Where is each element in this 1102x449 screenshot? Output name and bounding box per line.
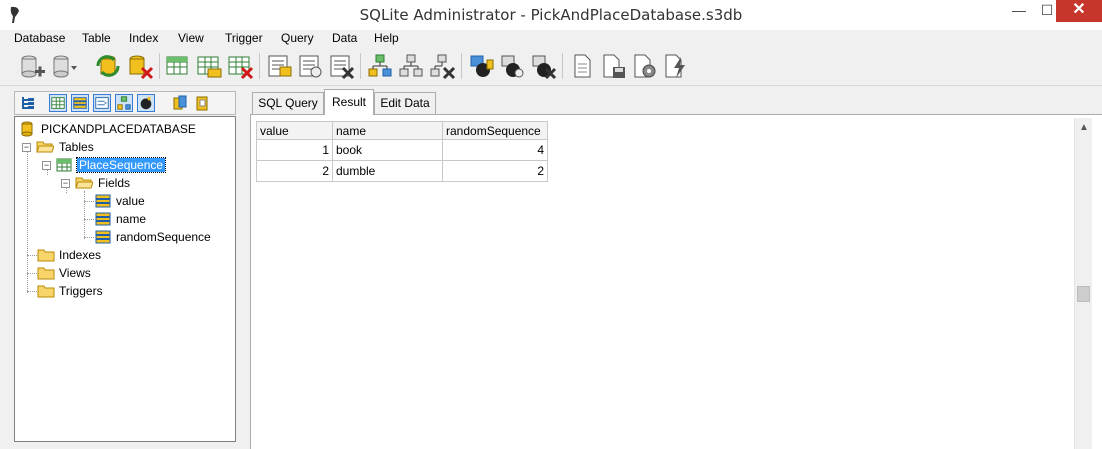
menu-help[interactable]: Help <box>374 31 399 45</box>
tree-toolbar <box>14 91 236 115</box>
tree-node-field-value[interactable]: value <box>95 193 235 209</box>
column-header-randomsequence[interactable]: randomSequence <box>442 121 548 140</box>
show-fields-icon[interactable] <box>71 94 89 112</box>
query-settings-icon[interactable] <box>630 52 658 80</box>
field-name: randomSequence <box>116 230 211 244</box>
table-icon <box>56 158 72 172</box>
edit-table-icon[interactable] <box>195 52 223 80</box>
cell-name[interactable]: dumble <box>332 160 443 182</box>
field-name: name <box>116 212 147 226</box>
database-tree: PICKANDPLACEDATABASE − Tables − PlaceSeq… <box>14 116 236 442</box>
delete-table-icon[interactable] <box>226 52 254 80</box>
collapse-tables-toggle[interactable]: − <box>22 143 31 152</box>
menu-table[interactable]: Table <box>82 31 111 45</box>
tree-node-tables[interactable]: − Tables <box>22 139 222 155</box>
tab-result[interactable]: Result <box>324 89 374 115</box>
edit-trigger-icon[interactable] <box>498 52 526 80</box>
cell-randomsequence[interactable]: 2 <box>442 160 548 182</box>
window-title: SQLite Administrator - PickAndPlaceDatab… <box>359 6 743 24</box>
folder-open-icon <box>36 141 54 153</box>
open-database-icon[interactable] <box>50 52 78 80</box>
show-indexes-icon[interactable] <box>93 94 111 112</box>
title-bar: SQLite Administrator - PickAndPlaceDatab… <box>0 0 1102 30</box>
field-icon <box>95 230 111 244</box>
edit-view-icon[interactable] <box>397 52 425 80</box>
triggers-label: Triggers <box>59 284 103 298</box>
table-row: 2 dumble 2 <box>256 160 548 182</box>
database-name: PICKANDPLACEDATABASE <box>41 122 196 136</box>
save-sql-file-icon[interactable] <box>599 52 627 80</box>
column-header-value[interactable]: value <box>256 121 333 140</box>
tree-node-views[interactable]: Views <box>37 265 227 281</box>
menu-query[interactable]: Query <box>281 31 314 45</box>
fields-label: Fields <box>98 176 131 190</box>
delete-view-icon[interactable] <box>428 52 456 80</box>
scroll-up-icon[interactable]: ▲ <box>1079 122 1089 133</box>
tab-edit-data[interactable]: Edit Data <box>374 92 436 114</box>
field-name: value <box>116 194 145 208</box>
tree-node-triggers[interactable]: Triggers <box>37 283 227 299</box>
table-row: 1 book 4 <box>256 139 548 161</box>
vertical-scrollbar[interactable]: ▲ <box>1074 118 1092 449</box>
column-header-name[interactable]: name <box>332 121 443 140</box>
close-database-icon[interactable] <box>126 52 154 80</box>
show-views-icon[interactable] <box>115 94 133 112</box>
tree-node-field-name[interactable]: name <box>95 211 235 227</box>
open-sql-file-icon[interactable] <box>568 52 596 80</box>
menu-database[interactable]: Database <box>14 31 65 45</box>
tree-node-placesequence[interactable]: − PlaceSequence <box>42 157 232 173</box>
tree-view-icon[interactable] <box>19 94 37 112</box>
minimize-button[interactable]: — <box>1004 0 1034 22</box>
show-triggers-icon[interactable] <box>137 94 155 112</box>
menu-index[interactable]: Index <box>129 31 158 45</box>
result-grid: value name randomSequence 1 book 4 2 dum… <box>256 121 548 182</box>
menu-bar: Database Table Index View Trigger Query … <box>0 30 1102 48</box>
tree-node-fields[interactable]: − Fields <box>61 175 231 191</box>
grid-header-row: value name randomSequence <box>256 121 548 140</box>
folder-icon <box>37 267 55 280</box>
views-label: Views <box>59 266 91 280</box>
delete-index-icon[interactable] <box>327 52 355 80</box>
tab-sql-query[interactable]: SQL Query <box>252 92 324 114</box>
show-tables-icon[interactable] <box>49 94 67 112</box>
close-button[interactable]: ✕ <box>1056 0 1102 22</box>
scrollbar-thumb[interactable] <box>1077 286 1090 302</box>
main-toolbar <box>0 48 1102 86</box>
folder-icon <box>37 249 55 262</box>
field-icon <box>95 212 111 226</box>
new-index-icon[interactable] <box>265 52 293 80</box>
execute-query-icon[interactable] <box>661 52 689 80</box>
menu-view[interactable]: View <box>178 31 204 45</box>
copy-icon[interactable] <box>171 94 189 112</box>
cell-randomsequence[interactable]: 4 <box>442 139 548 161</box>
cell-value[interactable]: 2 <box>256 160 333 182</box>
menu-data[interactable]: Data <box>332 31 357 45</box>
collapse-table-toggle[interactable]: − <box>42 161 51 170</box>
folder-open-icon <box>75 177 93 189</box>
edit-index-icon[interactable] <box>296 52 324 80</box>
menu-trigger[interactable]: Trigger <box>225 31 263 45</box>
tree-node-field-randomsequence[interactable]: randomSequence <box>95 229 235 245</box>
tree-node-indexes[interactable]: Indexes <box>37 247 227 263</box>
cell-value[interactable]: 1 <box>256 139 333 161</box>
new-view-icon[interactable] <box>366 52 394 80</box>
new-database-icon[interactable] <box>18 52 46 80</box>
field-icon <box>95 194 111 208</box>
delete-trigger-icon[interactable] <box>529 52 557 80</box>
indexes-label: Indexes <box>59 248 102 262</box>
table-name: PlaceSequence <box>75 157 167 173</box>
database-icon <box>21 121 33 137</box>
folder-icon <box>37 285 55 298</box>
tables-label: Tables <box>59 140 94 154</box>
new-table-icon[interactable] <box>164 52 192 80</box>
collapse-fields-toggle[interactable]: − <box>61 179 70 188</box>
refresh-database-icon[interactable] <box>94 52 122 80</box>
new-trigger-icon[interactable] <box>467 52 495 80</box>
tree-node-database[interactable]: PICKANDPLACEDATABASE <box>21 121 221 137</box>
paste-icon[interactable] <box>193 94 211 112</box>
cell-name[interactable]: book <box>332 139 443 161</box>
